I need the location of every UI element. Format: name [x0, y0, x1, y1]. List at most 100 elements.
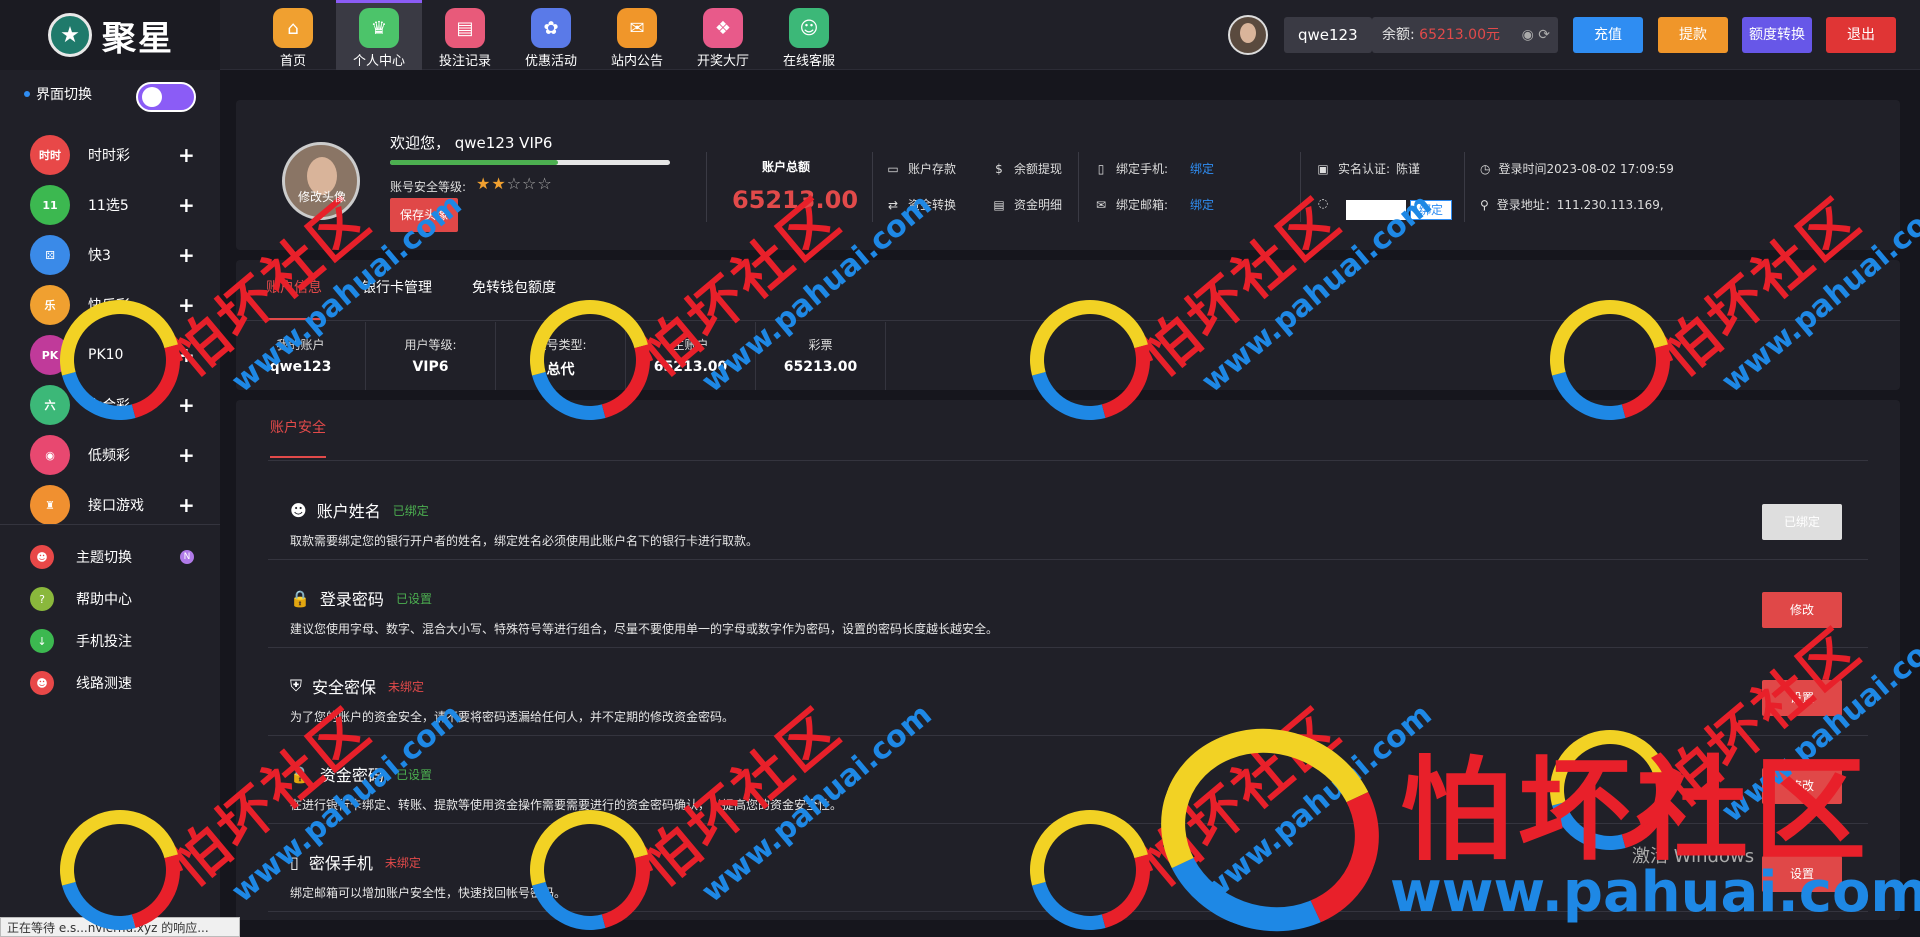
bind-phone-row: ▯ 绑定手机: 绑定	[1094, 160, 1214, 177]
deposit-button[interactable]: 充值	[1573, 17, 1643, 53]
nav-item-1[interactable]: ♛ 个人中心	[336, 0, 422, 70]
bind-button[interactable]: 绑定	[1410, 200, 1452, 220]
change-avatar-caption[interactable]: 修改头像	[298, 188, 346, 205]
game-label: 11选5	[88, 198, 129, 214]
sidebar-util-item[interactable]: ☻ 线路测速	[0, 662, 220, 704]
game-label: 接口游戏	[88, 498, 144, 514]
account-info-card: 账户信息 银行卡管理 免转钱包额度 我的账户 qwe123 用户等级: VIP6 账号类型:…	[236, 260, 1900, 390]
balance-label: 余额:	[1382, 27, 1415, 43]
balance-withdraw-link[interactable]: $ 余额提现	[992, 160, 1062, 177]
tab-account-1[interactable]: 银行卡管理	[362, 260, 432, 320]
sidebar-util-item[interactable]: ↓ 手机投注	[0, 620, 220, 662]
sidebar-util-item[interactable]: ? 帮助中心	[0, 578, 220, 620]
security-action-button[interactable]: 修改	[1762, 768, 1842, 804]
game-label: 时时彩	[88, 148, 130, 164]
location-icon: ⚲	[1480, 197, 1489, 212]
sidebar: 界面切换 时时 时时彩 +11 11选5 + ⚄ 快3 + 乐快乐彩 + PK PK10 + 六六合彩 + ◉…	[0, 70, 220, 937]
summary-value: 65213.00	[653, 359, 728, 375]
nav-item-3[interactable]: ✿ 优惠活动	[508, 0, 594, 70]
card-icon: ▭	[887, 161, 899, 176]
expand-plus-icon[interactable]: +	[178, 343, 195, 367]
user-avatar[interactable]	[1228, 15, 1268, 55]
save-avatar-button[interactable]: 保存头像	[390, 198, 458, 232]
hide-balance-icon[interactable]: ◉	[1522, 27, 1534, 43]
util-icon: ☻	[30, 671, 54, 695]
expand-plus-icon[interactable]: +	[178, 293, 195, 317]
account-tabs: 账户信息 银行卡管理 免转钱包额度	[266, 260, 596, 320]
withdraw-button[interactable]: 提款	[1658, 17, 1728, 53]
logout-button[interactable]: 退出	[1826, 17, 1896, 53]
tab-account-2[interactable]: 免转钱包额度	[472, 260, 556, 320]
sidebar-game-item[interactable]: ◉ 低频彩 +	[0, 430, 220, 480]
profile-avatar[interactable]	[282, 142, 360, 220]
util-label: 帮助中心	[76, 592, 132, 608]
sidebar-game-item[interactable]: ♜ 接口游戏 +	[0, 480, 220, 530]
security-card: 账户安全 ☻ 账户姓名 已绑定 取款需要绑定您的银行开户者的姓名，绑定姓名必须使用此账…	[236, 400, 1900, 920]
game-label: 快3	[88, 248, 111, 264]
support-icon: ☺	[789, 8, 829, 48]
bind-email-link[interactable]: 绑定	[1190, 196, 1214, 213]
security-row-title: ⛨ 安全密保 未绑定	[290, 674, 424, 698]
expand-plus-icon[interactable]: +	[178, 393, 195, 417]
transfer-button[interactable]: 额度转换	[1742, 17, 1812, 53]
security-action-button[interactable]: 修改	[1762, 592, 1842, 628]
security-description: 绑定邮箱可以增加账户安全性，快速找回帐号密码。	[290, 886, 567, 900]
account-deposit-link[interactable]: ▭ 账户存款	[886, 160, 956, 177]
record-icon: ▤	[445, 8, 485, 48]
divider	[1464, 152, 1465, 222]
balance-value: 65213.00元	[1419, 27, 1500, 43]
sidebar-game-item[interactable]: 11 11选5 +	[0, 180, 220, 230]
summary-label: 彩票	[808, 338, 833, 352]
fund-transfer-label: 资金转换	[908, 198, 957, 212]
nav-item-0[interactable]: ⌂ 首页	[250, 0, 336, 70]
bind-phone-link[interactable]: 绑定	[1190, 160, 1214, 177]
site-logo[interactable]: ★ 聚星	[0, 0, 220, 70]
game-icon: 六	[30, 385, 70, 425]
theme-switch-label: 界面切换	[24, 84, 92, 104]
tab-account-security[interactable]: 账户安全	[270, 400, 326, 458]
sidebar-util-item[interactable]: ☻ 主题切换 N	[0, 536, 220, 578]
sidebar-game-item[interactable]: PK PK10 +	[0, 330, 220, 380]
security-title-text: 登录密码	[319, 590, 384, 609]
total-value: 65213.00	[732, 186, 859, 214]
fund-details-link[interactable]: ▤ 资金明细	[992, 196, 1062, 213]
sidebar-game-item[interactable]: 六 六合彩 +	[0, 380, 220, 430]
security-row: 🔒 资金密码 已设置 在进行银行卡绑定、转账、提款等使用资金操作需要需要进行的资金密码…	[268, 736, 1868, 824]
util-icon: ☻	[30, 545, 54, 569]
sidebar-game-item[interactable]: 乐 快乐彩 +	[0, 280, 220, 330]
util-label: 手机投注	[76, 634, 132, 650]
tab-account-0[interactable]: 账户信息	[266, 260, 322, 320]
summary-value: VIP6	[412, 359, 449, 375]
security-action-button[interactable]: 设置	[1762, 856, 1842, 892]
security-status: 未绑定	[384, 855, 421, 870]
sidebar-game-item[interactable]: ⚄ 快3 +	[0, 230, 220, 280]
game-icon: 乐	[30, 285, 70, 325]
theme-toggle[interactable]	[136, 82, 196, 112]
lock-icon: 🔒	[290, 588, 310, 608]
lock-icon: 🔒	[290, 764, 310, 784]
nav-item-6[interactable]: ☺ 在线客服	[766, 0, 852, 70]
exchange-icon: ⇄	[887, 197, 899, 212]
sidebar-game-item[interactable]: 时时 时时彩 +	[0, 130, 220, 180]
security-progress-fill	[390, 160, 558, 165]
realname-label: 实名认证:	[1338, 162, 1391, 176]
summary-label: 我的账户	[276, 338, 325, 352]
account-deposit-label: 账户存款	[908, 162, 957, 176]
expand-plus-icon[interactable]: +	[178, 143, 195, 167]
nav-item-4[interactable]: ✉ 站内公告	[594, 0, 680, 70]
nav-item-2[interactable]: ▤ 投注记录	[422, 0, 508, 70]
security-action-button[interactable]: 设置	[1762, 680, 1842, 716]
expand-plus-icon[interactable]: +	[178, 443, 195, 467]
security-row: ▯ 密保手机 未绑定 绑定邮箱可以增加账户安全性，快速找回帐号密码。 设置	[268, 824, 1868, 912]
expand-plus-icon[interactable]: +	[178, 243, 195, 267]
refresh-icon[interactable]: ⟳	[1538, 27, 1550, 43]
security-action-button[interactable]: 已绑定	[1762, 504, 1842, 540]
bind-input[interactable]	[1346, 200, 1406, 220]
nav-item-5[interactable]: ❖ 开奖大厅	[680, 0, 766, 70]
security-title-text: 安全密保	[312, 678, 377, 697]
bullet-icon	[24, 91, 30, 97]
expand-plus-icon[interactable]: +	[178, 193, 195, 217]
expand-plus-icon[interactable]: +	[178, 493, 195, 517]
fund-transfer-link[interactable]: ⇄ 资金转换	[886, 196, 956, 213]
summary-label: 账号类型:	[534, 338, 587, 352]
